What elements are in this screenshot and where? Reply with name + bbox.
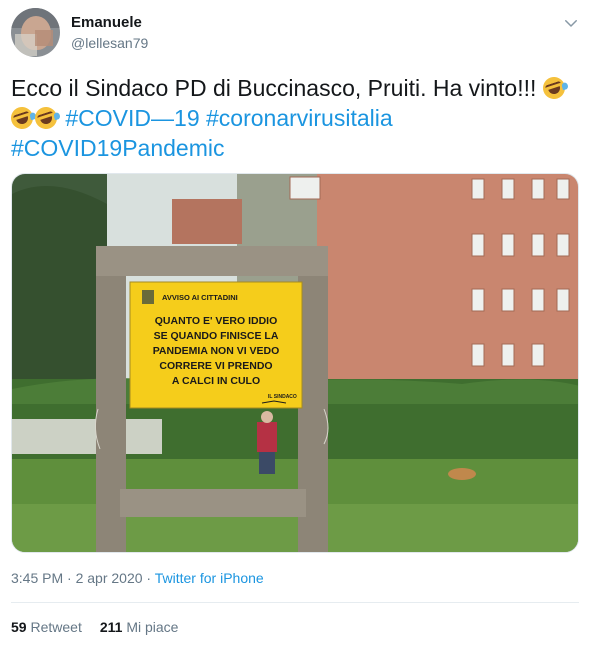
divider bbox=[11, 602, 579, 603]
laughing-emoji-icon bbox=[32, 104, 61, 132]
avatar-blur-region bbox=[35, 30, 53, 46]
sign-line: PANDEMIA NON VI VEDO bbox=[153, 345, 280, 357]
tweet-meta: 3:45 PM · 2 apr 2020 · Twitter for iPhon… bbox=[11, 570, 264, 586]
tweet-stats: 59 Retweet 211 Mi piace bbox=[11, 619, 178, 635]
sign-header: AVVISO AI CITTADINI bbox=[162, 293, 238, 302]
chevron-down-icon[interactable] bbox=[562, 14, 580, 32]
person bbox=[257, 422, 277, 452]
avatar-blur-region bbox=[15, 34, 37, 56]
sign-line: CORRERE VI PRENDO bbox=[159, 360, 272, 372]
hashtag-link[interactable]: #COVID—19 bbox=[65, 105, 199, 131]
tweet-text: Ecco il Sindaco PD di Buccinasco, Pruiti… bbox=[8, 73, 576, 163]
sign-line: SE QUANDO FINISCE LA bbox=[154, 330, 279, 342]
sign-line: A CALCI IN CULO bbox=[172, 375, 260, 387]
hashtag-link[interactable]: #coronarvirusitalia bbox=[206, 105, 393, 131]
likes-label: Mi piace bbox=[126, 619, 179, 635]
retweets-label: Retweet bbox=[30, 619, 82, 635]
tweet-timestamp[interactable]: 3:45 PM · 2 apr 2020 bbox=[11, 570, 143, 586]
meta-separator: · bbox=[142, 570, 155, 586]
tweet-text-line: Ecco il Sindaco PD di Buccinasco, Pruiti… bbox=[11, 75, 537, 101]
retweets-stat[interactable]: 59 Retweet bbox=[11, 619, 82, 635]
laughing-emoji-icon bbox=[539, 74, 569, 102]
tweet-photo[interactable]: AVVISO AI CITTADINI QUANTO E' VERO IDDIO… bbox=[11, 173, 579, 553]
likes-stat[interactable]: 211 Mi piace bbox=[100, 619, 179, 635]
tweet-card: Emanuele @lellesan79 Ecco il Sindaco PD … bbox=[0, 0, 591, 651]
likes-count: 211 bbox=[99, 619, 123, 635]
tweet-source-link[interactable]: Twitter for iPhone bbox=[155, 570, 264, 586]
dog bbox=[448, 468, 476, 480]
hashtag-link[interactable]: #COVID19Pandemic bbox=[11, 135, 225, 161]
photo-scene: AVVISO AI CITTADINI QUANTO E' VERO IDDIO… bbox=[12, 174, 578, 552]
user-handle[interactable]: @lellesan79 bbox=[71, 35, 148, 51]
sign-line: QUANTO E' VERO IDDIO bbox=[155, 315, 277, 327]
coat-of-arms-icon bbox=[142, 290, 154, 304]
sign-signature: IL SINDACO bbox=[268, 394, 297, 400]
user-name[interactable]: Emanuele bbox=[71, 14, 142, 31]
retweets-count: 59 bbox=[11, 619, 27, 635]
avatar[interactable] bbox=[11, 8, 60, 57]
wooden-beam bbox=[96, 246, 328, 276]
wooden-beam bbox=[120, 489, 306, 517]
laughing-emoji-icon bbox=[8, 104, 37, 132]
